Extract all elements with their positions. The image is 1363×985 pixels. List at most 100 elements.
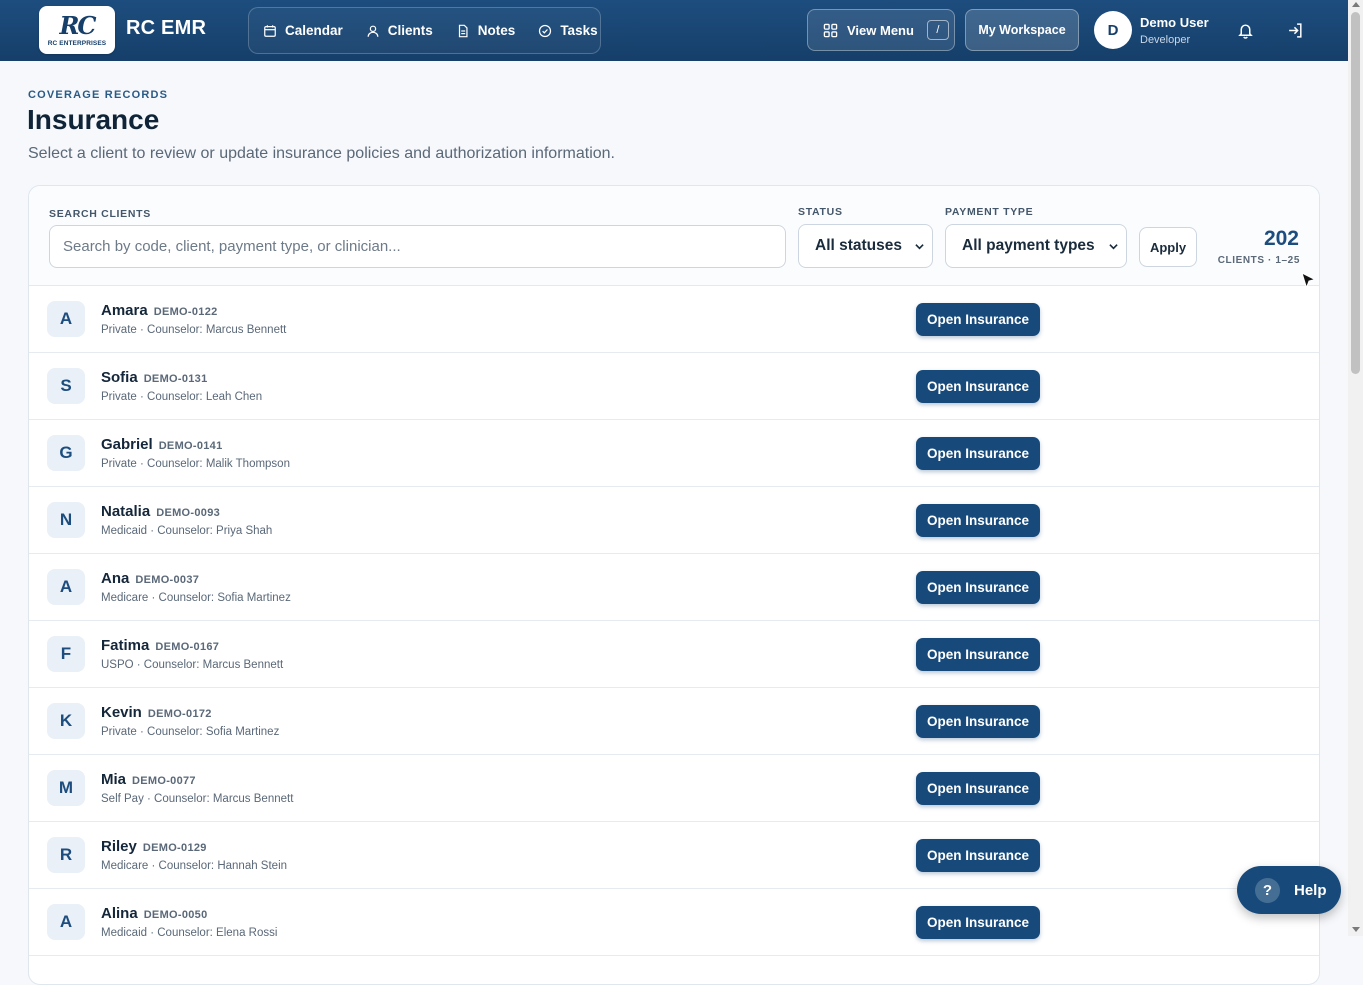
client-initial-avatar: A [47,301,85,337]
client-name-line: Fatima DEMO-0167 [101,637,219,654]
nav-clients[interactable]: Clients [366,23,433,38]
scroll-up-icon[interactable] [1352,2,1360,7]
nav-tasks[interactable]: Tasks [538,23,598,38]
nav-label: Notes [477,23,516,38]
client-code: DEMO-0037 [135,574,200,586]
table-row[interactable]: F Fatima DEMO-0167 USPO · Counselor: Marcus… [29,621,1319,688]
page-subtitle: Select a client to review or update insu… [28,145,615,162]
open-insurance-button[interactable]: Open Insurance [916,571,1040,604]
nav-calendar[interactable]: Calendar [263,23,343,38]
table-row[interactable]: M Mia DEMO-0077 Self Pay · Counselor: Marcu… [29,755,1319,822]
client-meta: Private · Counselor: Malik Thompson [101,458,290,470]
status-label: STATUS [798,206,843,218]
payment-type-select-value: All payment types [962,237,1095,254]
chevron-down-icon [1109,244,1118,250]
client-name-line: Ana DEMO-0037 [101,570,199,587]
client-name-line: Gabriel DEMO-0141 [101,436,223,453]
view-menu-button[interactable]: View Menu / [807,9,955,51]
client-name: Fatima [101,637,150,654]
client-list-card: SEARCH CLIENTS STATUS All statuses PAYME… [28,185,1320,985]
logout-button[interactable] [1285,20,1305,40]
filter-bar: SEARCH CLIENTS STATUS All statuses PAYME… [29,186,1319,286]
client-count: 202 [1263,227,1299,250]
client-name: Kevin [101,704,142,721]
open-insurance-button[interactable]: Open Insurance [916,906,1040,939]
user-icon [367,25,379,37]
client-name: Gabriel [101,436,153,453]
client-name-line: Natalia DEMO-0093 [101,503,220,520]
table-row[interactable]: A Ana DEMO-0037 Medicare · Counselor: Sofia… [29,554,1319,621]
scroll-down-icon[interactable] [1352,927,1360,932]
open-insurance-button[interactable]: Open Insurance [916,303,1040,336]
client-meta: Private · Counselor: Leah Chen [101,391,263,403]
client-code: DEMO-0131 [143,373,208,385]
client-name-line: Amara DEMO-0122 [101,302,218,319]
client-initial-avatar: R [47,837,85,873]
nav-notes[interactable]: Notes [456,23,516,38]
client-code: DEMO-0050 [143,909,208,921]
client-meta: Private · Counselor: Marcus Bennett [101,324,287,336]
client-initial-avatar: M [47,770,85,806]
search-input[interactable] [49,225,786,268]
client-meta: Medicaid · Counselor: Elena Rossi [101,927,278,939]
logo-mark: RC [59,10,96,40]
client-meta: Private · Counselor: Sofia Martinez [101,726,280,738]
client-name: Riley [101,838,137,855]
client-count-label: CLIENTS · 1–25 [1217,255,1300,266]
main-nav: Calendar Clients Notes Tasks [248,7,601,54]
logo-subtitle: RC ENTERPRISES [47,39,107,47]
table-row[interactable]: N Natalia DEMO-0093 Medicaid · Counselor: P… [29,487,1319,554]
table-row[interactable]: S Sofia DEMO-0131 Private · Counselor: Leah… [29,353,1319,420]
payment-type-label: PAYMENT TYPE [945,206,1034,218]
client-name: Amara [101,302,148,319]
search-label: SEARCH CLIENTS [49,208,151,220]
client-initial-avatar: K [47,703,85,739]
table-row[interactable]: A Amara DEMO-0122 Private · Counselor: Marc… [29,286,1319,353]
client-meta: Self Pay · Counselor: Marcus Bennett [101,793,294,805]
table-row[interactable]: G Gabriel DEMO-0141 Private · Counselor: Ma… [29,420,1319,487]
status-select[interactable]: All statuses [798,224,933,268]
client-name-line: Kevin DEMO-0172 [101,704,212,721]
client-name-line: Alina DEMO-0050 [101,905,208,922]
client-name: Natalia [101,503,151,520]
open-insurance-button[interactable]: Open Insurance [916,370,1040,403]
open-insurance-button[interactable]: Open Insurance [916,772,1040,805]
open-insurance-button[interactable]: Open Insurance [916,437,1040,470]
app-title: RC EMR [126,17,207,39]
client-meta: USPO · Counselor: Marcus Bennett [101,659,284,671]
table-row[interactable]: A Alina DEMO-0050 Medicaid · Counselor: Ele… [29,889,1319,956]
grid-icon [823,23,838,37]
client-code: DEMO-0093 [156,507,221,519]
help-button[interactable]: ? Help [1237,866,1341,914]
nav-label: Calendar [285,23,343,38]
user-role: Developer [1140,34,1191,46]
open-insurance-button[interactable]: Open Insurance [916,504,1040,537]
open-insurance-button[interactable]: Open Insurance [916,705,1040,738]
app-logo[interactable]: RC RC ENTERPRISES [39,6,115,54]
user-avatar[interactable]: D [1094,11,1132,49]
my-workspace-button[interactable]: My Workspace [965,9,1079,51]
notifications-button[interactable] [1235,20,1255,40]
top-bar: RC RC ENTERPRISES RC EMR Calendar Client… [0,0,1348,61]
client-code: DEMO-0141 [158,440,223,452]
client-code: DEMO-0129 [142,842,207,854]
open-insurance-button[interactable]: Open Insurance [916,839,1040,872]
calendar-icon [264,24,276,37]
table-row[interactable]: R Riley DEMO-0129 Medicare · Counselor: Han… [29,822,1319,889]
scrollbar-thumb[interactable] [1351,12,1360,374]
logout-icon [1288,22,1302,38]
client-initial-avatar: A [47,569,85,605]
view-menu-label: View Menu [847,22,914,38]
document-icon [458,24,468,37]
client-meta: Medicare · Counselor: Sofia Martinez [101,592,291,604]
client-code: DEMO-0077 [132,775,196,787]
payment-type-select[interactable]: All payment types [945,224,1127,268]
question-icon: ? [1255,877,1280,903]
table-row[interactable]: K Kevin DEMO-0172 Private · Counselor: Sofi… [29,688,1319,755]
apply-button[interactable]: Apply [1139,227,1197,267]
open-insurance-button[interactable]: Open Insurance [916,638,1040,671]
status-select-value: All statuses [815,237,903,254]
client-initial-avatar: G [47,435,85,471]
client-name: Ana [101,570,130,587]
client-initial-avatar: N [47,502,85,538]
